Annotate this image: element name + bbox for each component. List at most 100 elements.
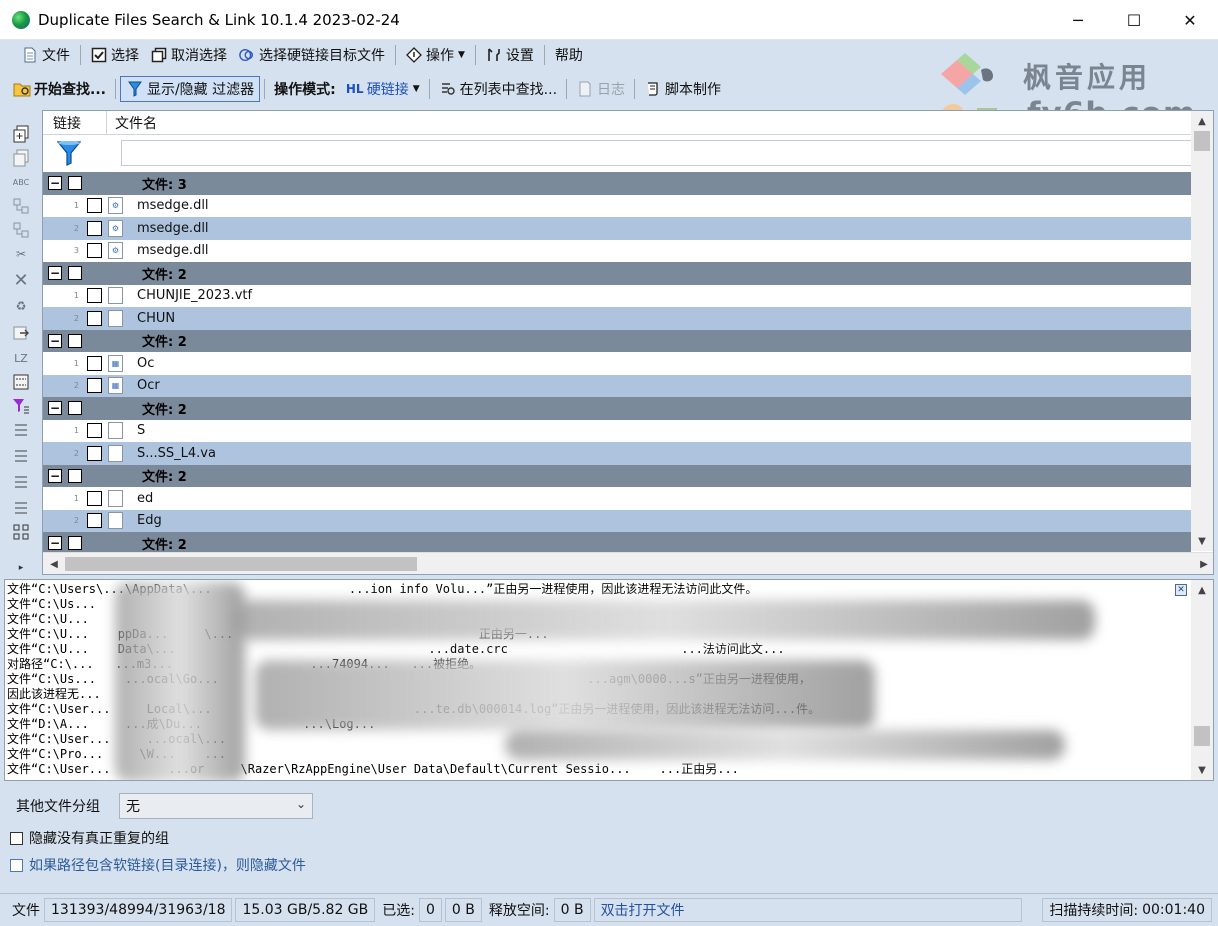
close-button[interactable]: ✕ xyxy=(1162,0,1218,40)
hide-no-dup-checkbox[interactable]: 隐藏没有真正重复的组 xyxy=(10,828,169,848)
scroll-down-icon[interactable]: ▼ xyxy=(1191,760,1213,780)
file-checkbox[interactable] xyxy=(87,243,102,259)
file-row[interactable]: 3 ⚙ msedge.dll xyxy=(43,239,1191,262)
group-checkbox[interactable] xyxy=(68,468,82,483)
log-button[interactable]: 日志 xyxy=(571,76,630,102)
group-row[interactable]: − 文件: 2 xyxy=(43,262,1191,285)
file-row[interactable]: 1 ed xyxy=(43,487,1191,510)
grid-list-icon[interactable] xyxy=(11,498,31,518)
column-header-filename[interactable]: 文件名 xyxy=(107,113,157,133)
list-vertical-scrollbar[interactable]: ▲ ▼ xyxy=(1191,111,1213,551)
mode-dropdown[interactable]: HL 硬链接 ▼ xyxy=(341,76,425,102)
add-files-icon[interactable] xyxy=(11,124,31,144)
group-checkbox[interactable] xyxy=(68,176,82,191)
tree-collapse-icon[interactable] xyxy=(11,220,31,240)
file-row[interactable]: 2 Edg xyxy=(43,509,1191,532)
file-checkbox[interactable] xyxy=(87,378,102,394)
scroll-up-icon[interactable]: ▲ xyxy=(1191,111,1213,131)
menu-operation[interactable]: 操作 ▼ xyxy=(400,42,471,68)
minimize-button[interactable]: ─ xyxy=(1050,0,1106,40)
grid-list-icon[interactable] xyxy=(11,472,31,492)
collapse-minus-icon[interactable]: − xyxy=(48,536,62,551)
filter-purple-icon[interactable] xyxy=(11,396,31,416)
collapse-minus-icon[interactable]: − xyxy=(48,266,62,281)
group-checkbox[interactable] xyxy=(68,333,82,348)
scroll-thumb[interactable] xyxy=(1194,726,1210,746)
group-checkbox[interactable] xyxy=(68,401,82,416)
file-checkbox[interactable] xyxy=(87,513,102,529)
list-search-icon xyxy=(439,80,457,98)
film-strip-icon[interactable] xyxy=(11,372,31,392)
file-checkbox[interactable] xyxy=(87,220,102,236)
file-row[interactable]: 2 ▦ Ocr xyxy=(43,374,1191,397)
lz-compress-icon[interactable]: LZ xyxy=(11,348,31,368)
menu-select[interactable]: 选择 xyxy=(85,42,145,68)
script-button[interactable]: 脚本制作 xyxy=(639,76,726,102)
hide-symlink-checkbox[interactable]: 如果路径包含软链接(目录连接)，则隐藏文件 xyxy=(10,855,306,875)
file-checkbox[interactable] xyxy=(87,445,102,461)
checkbox-box[interactable] xyxy=(10,858,23,872)
cut-icon[interactable]: ✂ xyxy=(11,244,31,264)
abc-rename-icon[interactable]: ABC xyxy=(11,172,31,192)
expand-panel-icon[interactable]: ▸ xyxy=(11,558,31,578)
collapse-minus-icon[interactable]: − xyxy=(48,333,62,348)
menu-help[interactable]: 帮助 xyxy=(549,42,589,68)
file-row[interactable]: 2 CHUN xyxy=(43,307,1191,330)
list-horizontal-scrollbar[interactable]: ◀ ▶ xyxy=(43,552,1213,574)
scroll-right-icon[interactable]: ▶ xyxy=(1193,554,1213,574)
other-group-select[interactable]: 无 ⌄ xyxy=(119,793,313,819)
filename-filter-input[interactable] xyxy=(121,140,1193,166)
file-checkbox[interactable] xyxy=(87,355,102,371)
file-checkbox[interactable] xyxy=(87,423,102,439)
scroll-up-icon[interactable]: ▲ xyxy=(1191,580,1213,600)
scroll-left-icon[interactable]: ◀ xyxy=(43,554,65,574)
tree-expand-icon[interactable] xyxy=(11,196,31,216)
group-checkbox[interactable] xyxy=(68,536,82,551)
scroll-thumb[interactable] xyxy=(65,557,417,571)
scroll-thumb[interactable] xyxy=(1194,131,1210,151)
maximize-button[interactable]: ☐ xyxy=(1106,0,1162,40)
collapse-minus-icon[interactable]: − xyxy=(48,176,62,191)
log-close-icon[interactable]: ✕ xyxy=(1175,584,1187,596)
menu-file[interactable]: 文件 xyxy=(16,42,76,68)
file-row[interactable]: 2 S...SS_L4.va xyxy=(43,442,1191,465)
move-file-icon[interactable] xyxy=(11,322,31,342)
collapse-minus-icon[interactable]: − xyxy=(48,468,62,483)
file-row[interactable]: 1 ▦ Oc xyxy=(43,352,1191,375)
group-row[interactable]: − 文件: 3 xyxy=(43,172,1191,195)
filter-funnel-icon[interactable] xyxy=(57,140,81,166)
file-row[interactable]: 1 ⚙ msedge.dll xyxy=(43,194,1191,217)
start-search-button[interactable]: 开始查找... xyxy=(8,76,111,102)
file-row[interactable]: 2 ⚙ msedge.dll xyxy=(43,217,1191,240)
toggle-filter-button[interactable]: 显示/隐藏 过滤器 xyxy=(119,76,261,102)
group-row[interactable]: − 文件: 2 xyxy=(43,464,1191,487)
delete-x-icon[interactable]: ✕ xyxy=(11,270,31,291)
menu-deselect[interactable]: 取消选择 xyxy=(145,42,233,68)
column-header-link[interactable]: 链接 xyxy=(43,111,107,134)
group-checkbox[interactable] xyxy=(68,266,82,281)
menu-settings[interactable]: 设置 xyxy=(480,42,540,68)
grid-list-icon[interactable] xyxy=(11,420,31,440)
grid-list-icon[interactable] xyxy=(11,446,31,466)
status-duration: 扫描持续时间: 00:01:40 xyxy=(1042,898,1212,922)
menu-select-hardlink-target[interactable]: 选择硬链接目标文件 xyxy=(233,42,391,68)
checkbox-box[interactable] xyxy=(10,831,23,845)
file-checkbox[interactable] xyxy=(87,288,102,304)
find-in-list-button[interactable]: 在列表中查找... xyxy=(434,76,562,102)
remove-files-icon[interactable] xyxy=(11,148,31,168)
file-checkbox[interactable] xyxy=(87,490,102,506)
group-row[interactable]: − 文件: 2 xyxy=(43,397,1191,420)
group-row[interactable]: − 文件: 2 xyxy=(43,329,1191,352)
mode-label: 操作模式: xyxy=(274,82,336,98)
group-arrange-icon[interactable] xyxy=(11,522,31,542)
file-name: CHUNJIE_2023.vtf xyxy=(137,288,253,304)
scroll-down-icon[interactable]: ▼ xyxy=(1191,531,1213,551)
file-row[interactable]: 1 CHUNJIE_2023.vtf xyxy=(43,284,1191,307)
log-vertical-scrollbar[interactable]: ▲ ▼ xyxy=(1191,580,1213,780)
file-checkbox[interactable] xyxy=(87,198,102,214)
file-row[interactable]: 1S xyxy=(43,419,1191,442)
separator xyxy=(428,79,430,99)
collapse-minus-icon[interactable]: − xyxy=(48,401,62,416)
recycle-icon[interactable]: ♻ xyxy=(11,296,31,316)
file-checkbox[interactable] xyxy=(87,310,102,326)
